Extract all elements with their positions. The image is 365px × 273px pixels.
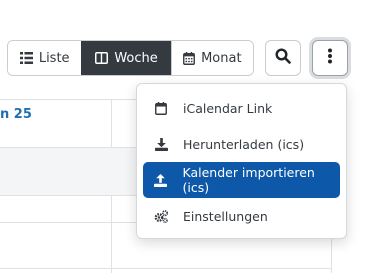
view-toggle-group: Liste Woche Monat: [7, 40, 254, 76]
view-monat-button[interactable]: Monat: [170, 41, 253, 75]
calendar-grid-icon: [183, 51, 196, 65]
view-liste-label: Liste: [38, 50, 70, 66]
more-options-button[interactable]: [312, 40, 348, 76]
columns-icon: [95, 52, 109, 64]
menu-item-icalendar-link[interactable]: iCalendar Link: [143, 90, 340, 126]
download-icon: [153, 136, 169, 152]
menu-item-label: iCalendar Link: [183, 100, 273, 116]
search-button[interactable]: [265, 40, 301, 76]
more-options-menu: iCalendar Link Herunterladen (ics) Kalen…: [136, 83, 347, 239]
menu-item-einstellungen[interactable]: Einstellungen: [143, 198, 340, 234]
search-icon: [275, 48, 291, 68]
menu-item-kalender-importieren[interactable]: Kalender importieren (ics): [143, 162, 340, 198]
menu-item-label: Kalender importieren (ics): [182, 165, 315, 195]
list-icon: [19, 52, 33, 64]
upload-icon: [153, 172, 168, 188]
calendar-icon: [153, 100, 169, 116]
cogs-icon: [153, 208, 169, 224]
vertical-ellipsis-icon: [327, 48, 333, 68]
menu-item-label: Einstellungen: [183, 208, 268, 224]
view-liste-button[interactable]: Liste: [8, 41, 82, 75]
menu-item-label: Herunterladen (ics): [183, 136, 305, 152]
view-monat-label: Monat: [201, 50, 242, 66]
grid-row-divider: [0, 268, 332, 269]
view-woche-button[interactable]: Woche: [81, 41, 171, 75]
view-woche-label: Woche: [114, 50, 158, 66]
day-header-link[interactable]: n 25: [0, 107, 32, 122]
menu-item-herunterladen[interactable]: Herunterladen (ics): [143, 126, 340, 162]
